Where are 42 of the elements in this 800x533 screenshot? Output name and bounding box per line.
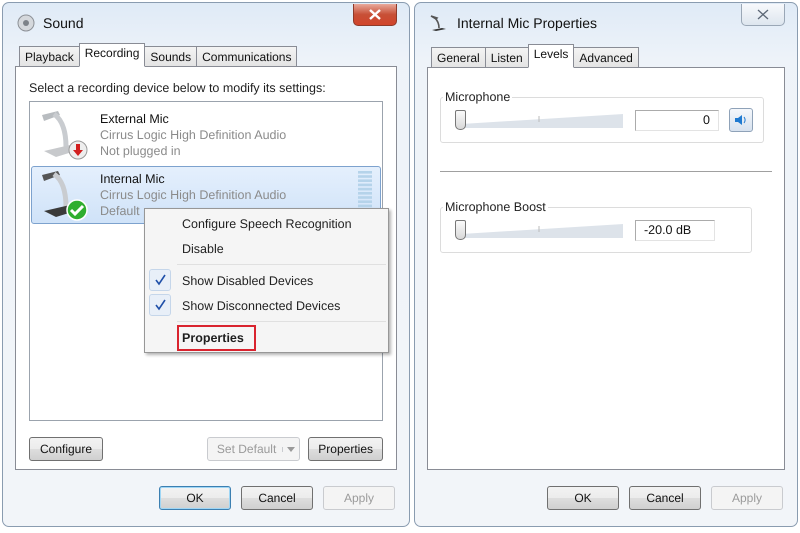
check-badge-icon [66,199,88,222]
menu-item[interactable]: Disable [147,236,386,261]
caret-icon [287,446,296,452]
mute-button[interactable] [729,108,753,132]
tab[interactable]: Listen [484,47,529,67]
dialog-button[interactable]: Cancel [629,486,701,510]
close-button[interactable] [353,4,397,26]
dialog-button[interactable]: OK [547,486,619,510]
close-icon [757,9,769,20]
device-driver: Cirrus Logic High Definition Audio [100,187,286,204]
panel-button[interactable]: Properties [308,437,383,462]
close-icon [369,8,381,20]
window-title: Internal Mic Properties [457,15,598,31]
menu-item[interactable]: Show Disconnected Devices [147,293,386,318]
group-label: Microphone Boost [444,200,547,214]
menu-item[interactable]: Show Disabled Devices [147,268,386,293]
device-name: External Mic [100,111,170,128]
device-name: Internal Mic [100,171,166,188]
device-driver: Cirrus Logic High Definition Audio [100,127,286,144]
tab[interactable]: Levels [528,44,574,68]
device-status: Not plugged in [100,143,182,160]
unplugged-badge-icon [68,140,88,160]
device-item[interactable]: External Mic Cirrus Logic High Definition Audio Not plugged in [31,106,381,164]
tab[interactable]: Recording [78,43,146,68]
boost-field[interactable]: -20.0 dB [635,220,715,240]
tab[interactable]: Playback [19,46,80,66]
slider-thumb[interactable] [455,110,466,130]
window-title: Sound [43,14,84,31]
device-status: Default [100,203,141,220]
level-field[interactable]: 0 [635,110,719,130]
instruction-text: Select a recording device below to modify its settings: [29,81,327,96]
group-label: Microphone [444,90,512,104]
dialog-button[interactable]: Cancel [241,486,313,510]
panel-button[interactable]: Configure [29,437,103,462]
tab[interactable]: Sounds [144,46,198,66]
menu-item[interactable]: Properties [147,325,386,350]
slider-thumb[interactable] [455,220,466,240]
dialog-button[interactable]: OK [159,486,231,510]
tab[interactable]: Advanced [573,47,639,67]
tab[interactable]: General [431,47,486,67]
tab[interactable]: Communications [196,46,298,66]
close-button[interactable] [741,4,785,26]
